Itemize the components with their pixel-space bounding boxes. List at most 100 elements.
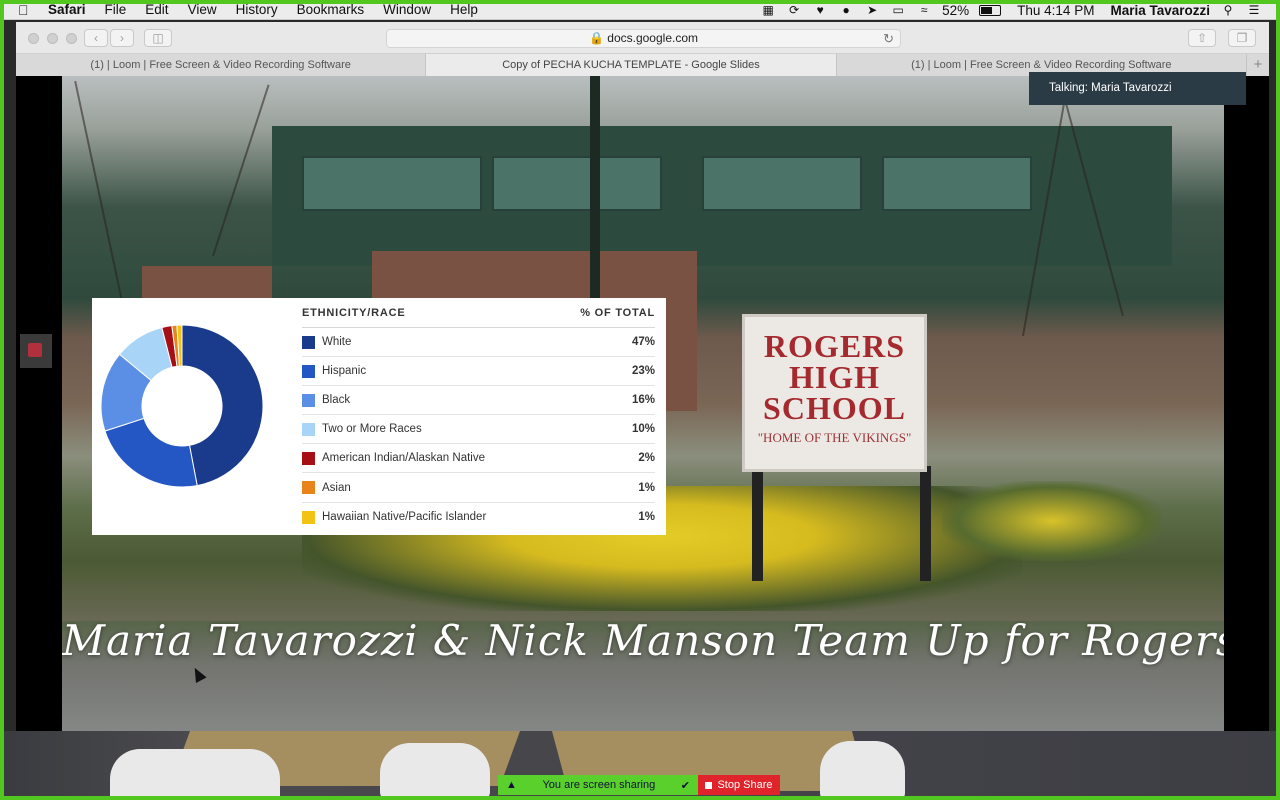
category-label: Asian <box>322 481 351 494</box>
tab-google-slides[interactable]: Copy of PECHA KUCHA TEMPLATE - Google Sl… <box>426 54 837 76</box>
menu-bar:  Safari File Edit View History Bookmark… <box>0 0 1280 20</box>
menu-history[interactable]: History <box>236 2 278 17</box>
record-icon <box>28 343 42 357</box>
menu-bookmarks[interactable]: Bookmarks <box>297 2 365 17</box>
building-window <box>702 156 862 211</box>
tabs-overview-button[interactable]: ❐ <box>1228 29 1256 47</box>
forward-button[interactable]: › <box>110 29 134 47</box>
clock[interactable]: Thu 4:14 PM <box>1017 3 1094 18</box>
chevron-left-icon: ‹ <box>94 31 98 45</box>
sidebar-button[interactable]: ◫ <box>144 29 172 47</box>
tab-loom-1[interactable]: (1) | Loom | Free Screen & Video Recordi… <box>16 54 427 76</box>
zoom-icon: ▲ <box>506 779 517 791</box>
stop-share-button[interactable]: Stop Share <box>698 775 780 795</box>
stop-icon <box>705 781 713 789</box>
tree-branch <box>74 80 124 307</box>
donut-slice <box>104 417 198 488</box>
legend-swatch <box>302 451 315 465</box>
legend-swatch <box>302 335 315 349</box>
menu-view[interactable]: View <box>188 2 217 17</box>
reload-icon[interactable]: ↻ <box>883 30 894 47</box>
zoom-share-toolbar: ▲ You are screen sharing ✔ Stop Share <box>498 775 780 795</box>
category-label: Hispanic <box>322 365 367 378</box>
legend-swatch <box>302 422 315 436</box>
sign-text: ROGERS <box>763 328 906 364</box>
zoom-window-button[interactable] <box>66 33 77 44</box>
category-label: Two or More Races <box>322 423 422 436</box>
sign-subtitle: "HOME OF THE VIKINGS" <box>757 430 912 445</box>
percent-label: 47% <box>631 336 655 349</box>
airplay-icon[interactable]: ▭ <box>890 3 906 17</box>
webcam-shoe <box>820 741 905 800</box>
notification-icon[interactable]: ● <box>838 3 854 17</box>
category-label: Hawaiian Native/Pacific Islander <box>322 511 487 524</box>
table-row: Hispanic 23% <box>302 357 655 387</box>
chevron-right-icon: › <box>120 31 124 45</box>
menu-help[interactable]: Help <box>450 2 478 17</box>
search-icon[interactable]: ⚲ <box>1220 3 1236 17</box>
wifi-icon[interactable]: ≈ <box>916 3 932 17</box>
battery-icon[interactable] <box>979 4 1002 16</box>
close-window-button[interactable] <box>28 33 39 44</box>
slide: ROGERS HIGH SCHOOL "HOME OF THE VIKINGS"… <box>62 76 1224 731</box>
plus-icon: + <box>1253 56 1263 73</box>
legend-swatch <box>302 510 315 524</box>
table-header: ETHNICITY/RACE % OF TOTAL <box>302 298 655 328</box>
address-bar[interactable]: 🔒 docs.google.com ↻ <box>386 29 901 48</box>
zoom-icon[interactable]: ▦ <box>760 3 776 17</box>
table-row: Black 16% <box>302 386 655 416</box>
back-button[interactable]: ‹ <box>84 29 108 47</box>
apple-icon[interactable]:  <box>18 2 34 18</box>
ethnicity-chart: ETHNICITY/RACE % OF TOTAL White 47% Hispan… <box>92 298 666 535</box>
table-row: American Indian/Alaskan Native 2% <box>302 444 655 474</box>
share-status-label: You are screen sharing <box>542 779 656 791</box>
share-icon: ⇧ <box>1196 31 1208 45</box>
table-row: White 47% <box>302 328 655 358</box>
share-status[interactable]: ▲ You are screen sharing ✔ <box>498 775 698 795</box>
menu-edit[interactable]: Edit <box>145 2 168 17</box>
safari-window: ‹ › ◫ 🔒 docs.google.com ↻ ⇧ ❐ (1) | Loom… <box>16 22 1269 76</box>
sign-post <box>752 466 763 581</box>
slide-caption: Maria Tavarozzi & Nick Manson Team Up fo… <box>62 616 1224 665</box>
sign-text: SCHOOL <box>763 390 906 426</box>
table-row: Hawaiian Native/Pacific Islander 1% <box>302 503 655 532</box>
legend-swatch <box>302 481 315 495</box>
stop-share-label: Stop Share <box>717 779 773 791</box>
minimize-window-button[interactable] <box>47 33 58 44</box>
category-label: Black <box>322 394 351 407</box>
table-row: Two or More Races 10% <box>302 415 655 445</box>
column-header-ethnicity: ETHNICITY/RACE <box>302 306 406 319</box>
menu-window[interactable]: Window <box>383 2 431 17</box>
daffodil-bed <box>942 481 1162 561</box>
sign-text: HIGH <box>788 359 881 395</box>
legend-swatch <box>302 364 315 378</box>
user-menu[interactable]: Maria Tavarozzi <box>1110 3 1210 18</box>
legend-swatch <box>302 393 315 407</box>
category-label: American Indian/Alaskan Native <box>322 452 485 465</box>
new-tab-button[interactable]: + <box>1246 54 1269 76</box>
tree-branch <box>212 84 270 257</box>
menu-file[interactable]: File <box>105 2 127 17</box>
menu-app-safari[interactable]: Safari <box>48 2 86 17</box>
percent-label: 16% <box>631 394 655 407</box>
battery-percent: 52% <box>942 2 970 18</box>
sign-post <box>920 466 931 581</box>
location-icon[interactable]: ➤ <box>864 3 880 17</box>
donut-chart <box>100 324 264 488</box>
webcam-shoe <box>110 749 280 800</box>
lock-icon: 🔒 <box>588 31 604 45</box>
sync-icon[interactable]: ⟳ <box>786 3 802 17</box>
column-header-percent: % OF TOTAL <box>580 306 655 319</box>
shield-icon: ✔ <box>680 779 690 792</box>
list-icon[interactable]: ☰ <box>1246 3 1262 17</box>
url-text: docs.google.com <box>607 31 699 45</box>
extension-icon[interactable]: ♥ <box>812 3 828 17</box>
loom-recorder-tab[interactable] <box>20 334 52 368</box>
school-sign: ROGERS HIGH SCHOOL "HOME OF THE VIKINGS" <box>742 314 927 472</box>
percent-label: 23% <box>631 365 655 378</box>
share-button[interactable]: ⇧ <box>1188 29 1216 47</box>
building-window <box>492 156 662 211</box>
talking-indicator: Talking: Maria Tavarozzi <box>1029 72 1246 105</box>
donut-slice <box>181 324 264 487</box>
sidebar-icon: ◫ <box>152 31 164 45</box>
